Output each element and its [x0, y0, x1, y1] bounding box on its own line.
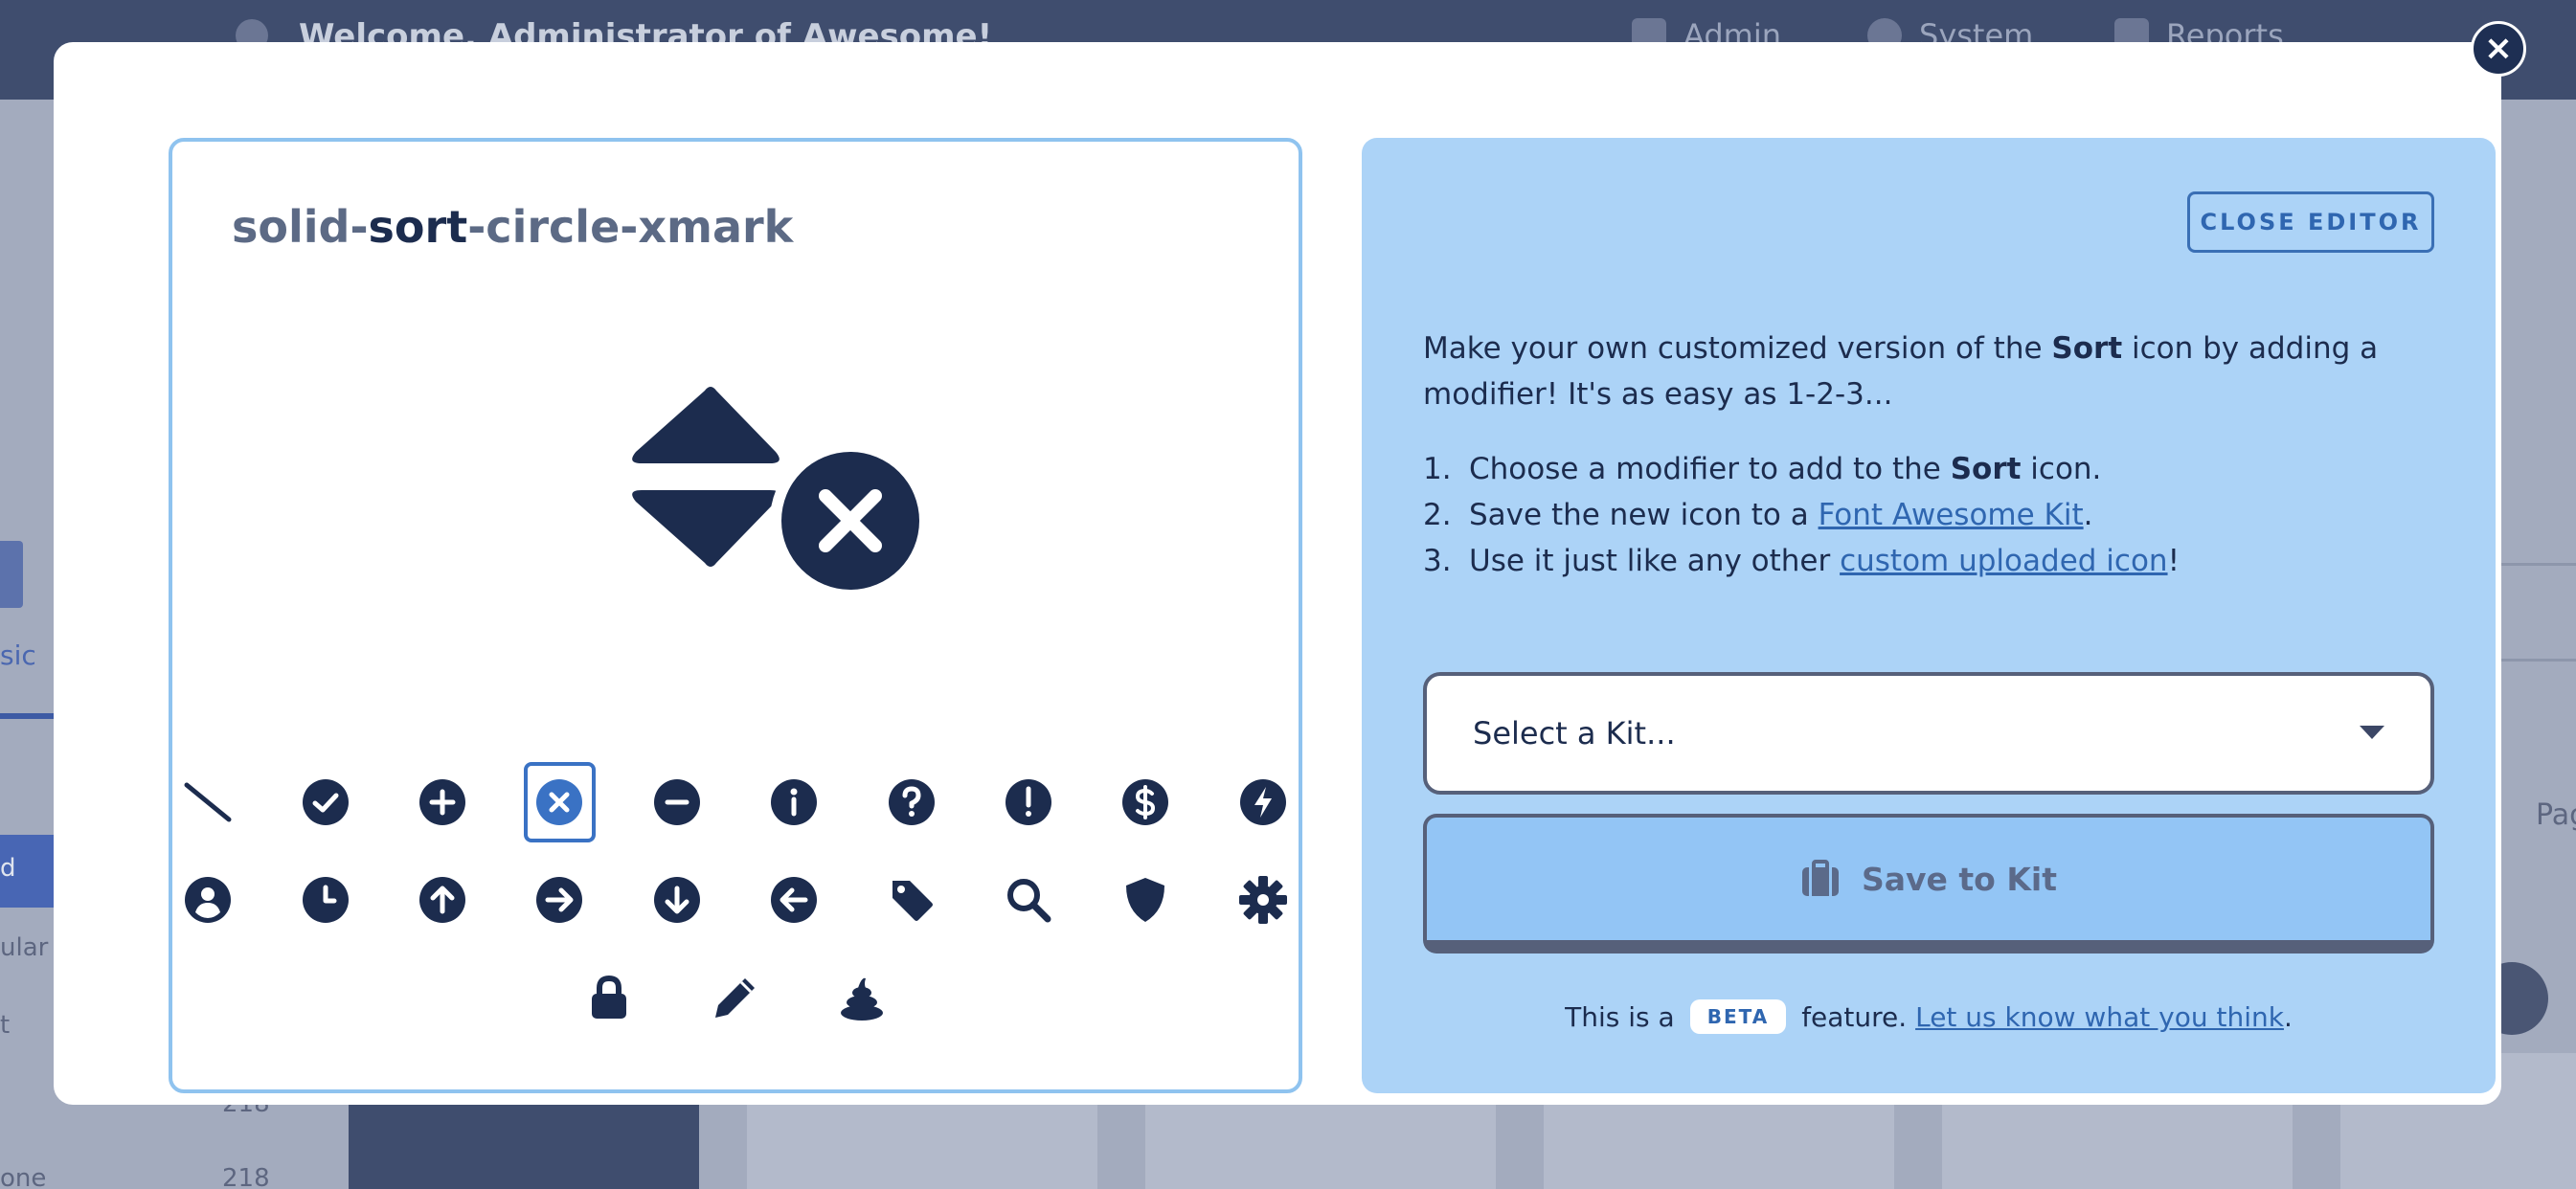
background-tab-underline — [0, 713, 54, 719]
background-divider — [2501, 563, 2576, 566]
sort-circle-xmark-preview-icon — [632, 387, 931, 601]
check-icon — [302, 779, 349, 825]
arrow-left-icon — [771, 877, 818, 923]
close-editor-button[interactable]: CLOSE EDITOR — [2187, 191, 2434, 253]
slash-icon — [184, 782, 232, 822]
background-item: d — [0, 854, 16, 883]
xmark-icon: × — [2483, 29, 2514, 68]
caret-down-icon — [2360, 726, 2384, 739]
editor-panel: CLOSE EDITOR Make your own customized ve… — [1362, 138, 2496, 1093]
bolt-icon — [1239, 779, 1286, 825]
modifier-arrow-left-button[interactable] — [758, 860, 829, 940]
modifier-gear-button[interactable] — [1228, 860, 1299, 940]
feedback-link[interactable]: Let us know what you think — [1915, 1001, 2284, 1033]
save-to-kit-label: Save to Kit — [1861, 860, 2057, 898]
gear-icon — [1238, 876, 1287, 924]
arrow-down-icon — [653, 877, 700, 923]
modifier-magnifying-glass-button[interactable] — [993, 860, 1064, 940]
background-divider — [2501, 659, 2576, 662]
modifier-xmark-button[interactable] — [524, 762, 596, 842]
icon-name-title: solid-sort-circle-xmark — [232, 201, 794, 253]
background-tab-label: sic — [0, 639, 36, 671]
modifier-lock-button[interactable] — [569, 957, 649, 1038]
steps-list: 1. Choose a modifier to add to the Sort i… — [1423, 446, 2438, 584]
modifier-clock-button[interactable] — [289, 860, 360, 940]
step-item: 2. Save the new icon to a Font Awesome Ki… — [1423, 498, 2093, 532]
modifier-poo-button[interactable] — [822, 957, 902, 1038]
kit-select-value: Select a Kit... — [1473, 715, 1676, 752]
modifier-question-button[interactable] — [875, 762, 946, 842]
magnifying-glass-icon — [1007, 879, 1051, 923]
modifier-user-button[interactable] — [172, 860, 243, 940]
question-icon — [888, 779, 935, 825]
poo-icon — [841, 977, 883, 1021]
arrow-up-icon — [418, 877, 465, 923]
close-modal-button[interactable]: × — [2471, 21, 2526, 77]
beta-notice: This is a BETA feature. Let us know what y… — [1565, 999, 2293, 1034]
info-icon — [771, 779, 818, 825]
music-icon — [0, 541, 23, 608]
icon-editor-modal: solid-sort-circle-xmark CLOSE EDITOR Mak… — [54, 42, 2501, 1105]
modifier-arrow-up-button[interactable] — [407, 860, 478, 940]
icon-preview-panel: solid-sort-circle-xmark — [169, 138, 1302, 1093]
save-to-kit-button[interactable]: Save to Kit — [1423, 814, 2434, 953]
step-item: 3. Use it just like any other custom uplo… — [1423, 544, 2180, 578]
background-pagination: Pag — [2536, 798, 2576, 832]
modifier-grid — [172, 762, 1299, 1055]
step-item: 1. Choose a modifier to add to the Sort i… — [1423, 452, 2102, 486]
modifier-plus-button[interactable] — [407, 762, 478, 842]
shield-icon — [1126, 878, 1165, 922]
background-item: t — [0, 1011, 11, 1040]
exclamation-icon — [1006, 779, 1052, 825]
clock-icon — [302, 877, 349, 923]
font-awesome-kit-link[interactable]: Font Awesome Kit — [1819, 498, 2084, 532]
lock-icon — [592, 975, 626, 1019]
modifier-info-button[interactable] — [758, 762, 829, 842]
modifier-arrow-down-button[interactable] — [642, 860, 712, 940]
tag-icon — [892, 881, 933, 921]
modifier-exclamation-button[interactable] — [993, 762, 1064, 842]
background-item: one — [0, 1164, 47, 1189]
kit-select[interactable]: Select a Kit... — [1423, 672, 2434, 795]
modifier-tag-button[interactable] — [875, 860, 946, 940]
background-item: ular — [0, 933, 49, 962]
user-icon — [185, 877, 232, 923]
modifier-slash-button[interactable] — [172, 762, 243, 842]
modifier-arrow-right-button[interactable] — [524, 860, 595, 940]
xmark-icon — [536, 779, 583, 825]
modifier-bolt-button[interactable] — [1228, 762, 1299, 842]
modifier-minus-button[interactable] — [642, 762, 712, 842]
pencil-icon — [715, 978, 755, 1018]
background-count: 218 — [222, 1164, 270, 1189]
dollar-icon — [1122, 779, 1169, 825]
modifier-dollar-button[interactable] — [1110, 762, 1181, 842]
arrow-right-icon — [536, 877, 583, 923]
plus-icon — [418, 779, 465, 825]
modifier-shield-button[interactable] — [1110, 860, 1181, 940]
custom-uploaded-icon-link[interactable]: custom uploaded icon — [1840, 544, 2167, 578]
editor-intro: Make your own customized version of the … — [1423, 331, 2379, 412]
briefcase-icon — [1801, 860, 1839, 896]
modifier-row — [172, 860, 1299, 940]
minus-icon — [653, 779, 700, 825]
beta-badge: BETA — [1689, 999, 1787, 1034]
modifier-row — [172, 957, 1299, 1038]
modifier-check-button[interactable] — [289, 762, 360, 842]
modifier-row — [172, 762, 1299, 842]
modifier-pencil-button[interactable] — [695, 957, 776, 1038]
